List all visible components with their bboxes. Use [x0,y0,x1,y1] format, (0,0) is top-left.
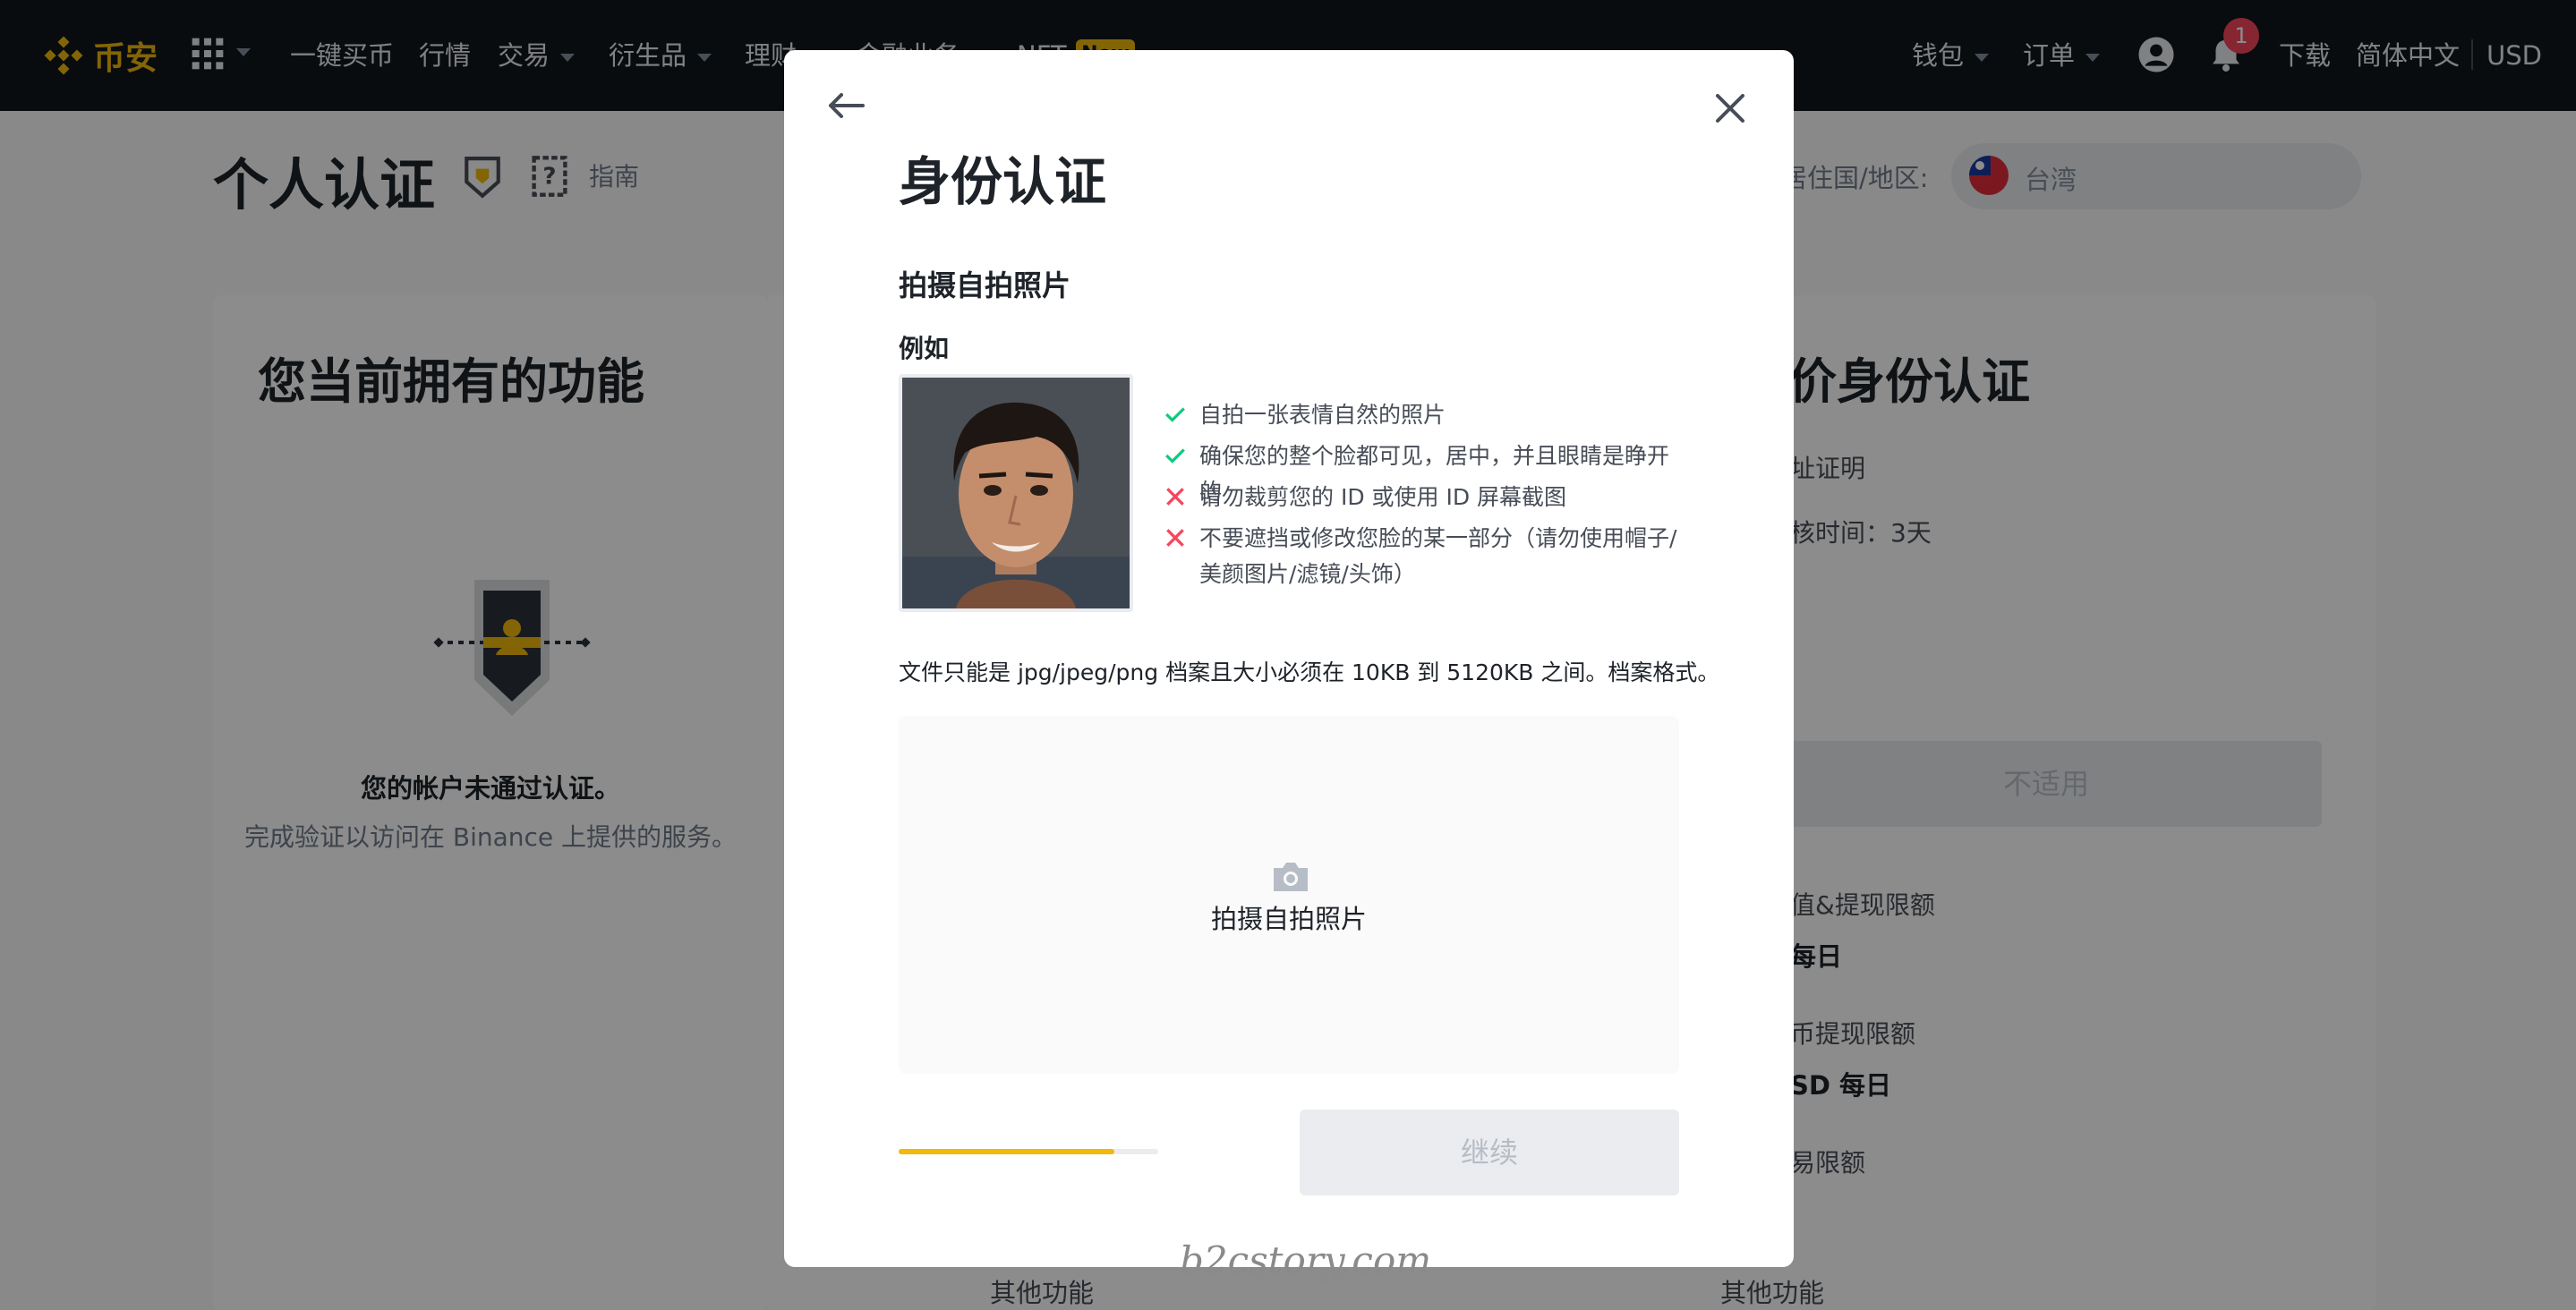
continue-button[interactable]: 继续 [1300,1110,1679,1195]
watermark-text: b2cstory.com [1180,1238,1432,1282]
step-progress-fill [899,1149,1114,1154]
check-icon [1165,448,1185,464]
step-progress-bar [899,1149,1158,1154]
selfie-upload-area[interactable]: 拍摄自拍照片 [899,716,1679,1074]
close-icon[interactable] [1710,88,1751,129]
rule-item-ok: 自拍一张表情自然的照片 [1164,397,1690,433]
example-label: 例如 [899,334,950,363]
file-format-note: 文件只能是 jpg/jpeg/png 档案且大小必须在 10KB 到 5120K… [899,659,1720,685]
rule-item-error: 不要遮挡或修改您脸的某一部分（请勿使用帽子/美颜图片/滤镜/头饰） [1164,521,1690,592]
modal-title: 身份认证 [899,151,1107,212]
rule-item-error: 请勿裁剪您的 ID 或使用 ID 屏幕截图 [1164,480,1690,515]
sample-face-image [902,378,1130,608]
modal-subtitle: 拍摄自拍照片 [899,268,1071,302]
cross-icon [1166,488,1184,506]
check-icon [1165,407,1185,422]
back-arrow-icon[interactable] [820,86,872,125]
cross-icon [1166,529,1184,547]
sample-selfie-image [899,374,1133,612]
take-selfie-label: 拍摄自拍照片 [1210,904,1367,934]
camera-icon [1274,863,1308,891]
identity-verification-modal: 身份认证 拍摄自拍照片 例如 自拍一张表情自然的照片 确保您的整个脸都可见，居中… [784,50,1794,1267]
